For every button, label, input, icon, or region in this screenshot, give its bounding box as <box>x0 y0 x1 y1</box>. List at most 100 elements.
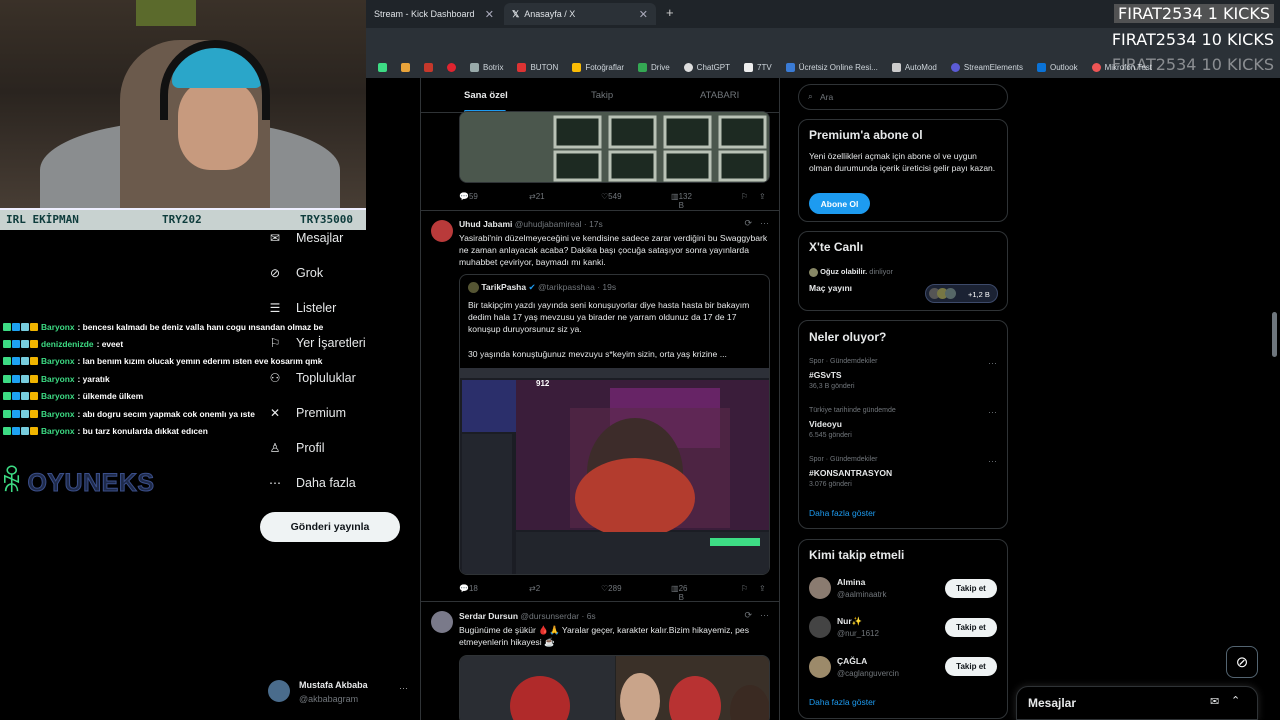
follow-button[interactable]: Takip et <box>945 579 997 598</box>
chat-username[interactable]: Baryonx <box>41 409 75 419</box>
bookmark-streamelements[interactable]: StreamElements <box>950 62 1023 72</box>
search-input[interactable]: ⌕ Ara <box>798 84 1008 110</box>
tab-kick-dashboard[interactable]: Stream - Kick Dashboard ✕ <box>366 3 502 25</box>
tweet[interactable]: Serdar Dursun @dursunserdar · 6s ⟳ ··· Bu… <box>421 603 779 720</box>
page-scrollbar[interactable] <box>1272 312 1277 357</box>
new-tab-icon[interactable]: + <box>666 5 674 20</box>
nav-messages[interactable]: ✉ Mesajlar <box>268 231 343 245</box>
tweet-author-name[interactable]: Uhud Jabami <box>459 219 512 229</box>
profile-icon: ♙ <box>269 441 281 455</box>
nav-more[interactable]: ⋯ Daha fazla <box>268 476 356 490</box>
suggested-user-name[interactable]: ÇAĞLA <box>837 656 867 666</box>
chat-username[interactable]: denizdenizde <box>41 339 94 349</box>
messages-drawer[interactable]: Mesajlar ✉ ⌃ <box>1016 686 1258 720</box>
suggested-user-name[interactable]: Almina <box>837 577 865 587</box>
chat-username[interactable]: Baryonx <box>41 391 75 401</box>
grok-icon[interactable]: ⟳ ··· <box>744 218 769 229</box>
tweet-author-name[interactable]: Serdar Dursun <box>459 611 518 621</box>
bookmark-botrix-icon[interactable] <box>378 62 387 72</box>
chat-username[interactable]: Baryonx <box>41 374 75 384</box>
tweet-author-handle: @uhudjabamireal <box>514 219 582 229</box>
chat-username[interactable]: Baryonx <box>41 322 75 332</box>
tweet[interactable]: Uhud Jabami @uhudjabamireal · 17s ⟳ ··· Y… <box>421 212 779 602</box>
live-listeners-pill[interactable]: +1,2 B <box>925 284 998 303</box>
new-message-icon[interactable]: ✉ <box>1210 695 1219 708</box>
bookmark-fox-icon[interactable] <box>401 62 410 72</box>
chevron-up-icon[interactable]: ⌃ <box>1231 694 1240 707</box>
show-more-follow-link[interactable]: Daha fazla göster <box>809 697 876 707</box>
kick-alerts: FIRAT2534 1 KICKS FIRAT2534 10 KICKS FIR… <box>1100 0 1280 78</box>
views-button[interactable]: ▥ 26 B <box>671 584 687 602</box>
suggested-user-name[interactable]: Nur✨ <box>837 616 862 627</box>
share-icon[interactable]: ⇪ <box>759 192 766 201</box>
bookmark-icon[interactable]: ⚐ <box>741 192 748 201</box>
bookmark-ext-icon[interactable] <box>424 62 433 72</box>
retweet-button[interactable]: ⇄ 2 <box>529 584 540 593</box>
tab-title: Anasayfa / X <box>524 9 576 19</box>
bookmark-botrix[interactable]: Botrix <box>470 62 503 72</box>
quoted-tweet[interactable]: TarikPasha ✔ @tarikpasshaa · 19s Bir tak… <box>459 274 770 575</box>
like-button[interactable]: ♡ 549 <box>601 192 622 201</box>
tweet-image[interactable] <box>459 111 770 183</box>
avatar[interactable] <box>431 220 453 242</box>
bookmark-outlook[interactable]: Outlook <box>1037 62 1078 72</box>
live-stream-title[interactable]: Maç yayını <box>809 283 852 293</box>
bookmark-buton[interactable]: BUTON <box>517 62 558 72</box>
avatar <box>268 680 290 702</box>
chat-username[interactable]: Baryonx <box>41 426 75 436</box>
nav-lists[interactable]: ☰ Listeler <box>268 301 337 315</box>
follow-button[interactable]: Takip et <box>945 618 997 637</box>
post-button[interactable]: Gönderi yayınla <box>260 512 400 542</box>
tweet-actions: 💬 59 ⇄ 21 ♡ 549 ▥ 132 B ⚐ ⇪ <box>459 192 769 210</box>
nav-profile[interactable]: ♙ Profil <box>268 441 325 455</box>
share-icon[interactable]: ⇪ <box>759 584 766 593</box>
chat-username[interactable]: Baryonx <box>41 356 75 366</box>
more-options-icon[interactable]: ··· <box>988 407 997 417</box>
tweet-image[interactable] <box>459 655 770 720</box>
avatar[interactable] <box>431 611 453 633</box>
tab-x-home[interactable]: 𝕏 Anasayfa / X ✕ <box>504 3 656 25</box>
tweet[interactable]: 💬 59 ⇄ 21 ♡ 549 ▥ 132 B ⚐ ⇪ <box>421 111 779 211</box>
grok-icon[interactable]: ⊘ <box>1226 646 1258 678</box>
chat-text: : yaratık <box>77 373 110 384</box>
views-button[interactable]: ▥ 132 B <box>671 192 692 210</box>
like-button[interactable]: ♡ 289 <box>601 584 622 593</box>
tab-for-you[interactable]: Sana özel <box>464 90 508 101</box>
bookmark-7tv[interactable]: 7TV <box>744 62 772 72</box>
bookmark-automod[interactable]: AutoMod <box>891 62 937 72</box>
avatar[interactable] <box>809 616 831 638</box>
bookmark-chatgpt[interactable]: ChatGPT <box>683 62 730 72</box>
who-to-follow-card: Kimi takip etmeli Almina @aalminaatrk Ta… <box>798 539 1008 719</box>
bookmark-opera-icon[interactable] <box>447 62 456 72</box>
show-more-trends-link[interactable]: Daha fazla göster <box>809 508 876 518</box>
more-options-icon[interactable]: ··· <box>399 683 408 693</box>
live-host[interactable]: Oğuz olabilir. <box>820 267 867 276</box>
subscribe-button[interactable]: Abone Ol <box>809 193 870 214</box>
retweet-button[interactable]: ⇄ 21 <box>529 192 545 201</box>
bookmark-photos[interactable]: Fotoğraflar <box>572 62 624 72</box>
kick-alert: FIRAT2534 1 KICKS <box>1114 4 1274 23</box>
tab-following[interactable]: Takip <box>591 90 613 101</box>
nav-grok[interactable]: ⊘ Grok <box>268 266 323 280</box>
quote-video[interactable]: 912 <box>460 368 769 574</box>
account-switcher[interactable]: Mustafa Akbaba @akbabagram ··· <box>268 678 418 708</box>
bookmark-resizer[interactable]: Ücretsiz Online Resi... <box>785 62 878 72</box>
reply-button[interactable]: 💬 59 <box>459 192 478 201</box>
bookmark-drive[interactable]: Drive <box>638 62 670 72</box>
reply-button[interactable]: 💬 18 <box>459 584 478 593</box>
close-tab-icon[interactable]: ✕ <box>639 8 648 21</box>
chat-text: : bu tarz konularda dıkkat edıcen <box>77 426 208 437</box>
more-options-icon[interactable]: ··· <box>988 358 997 368</box>
tab-title: Stream - Kick Dashboard <box>374 9 475 19</box>
close-tab-icon[interactable]: ✕ <box>485 8 494 21</box>
follow-button[interactable]: Takip et <box>945 657 997 676</box>
avatar[interactable] <box>809 656 831 678</box>
quote-time: · 19s <box>597 282 617 292</box>
chat-message: Baryonx: bencesı kalmadı be deniz valla … <box>0 318 380 335</box>
avatar[interactable] <box>809 577 831 599</box>
suggested-user-handle: @aalminaatrk <box>837 590 887 599</box>
more-options-icon[interactable]: ··· <box>988 456 997 466</box>
tab-atabari[interactable]: ATABARI <box>700 90 739 101</box>
bookmark-icon[interactable]: ⚐ <box>741 584 748 593</box>
grok-icon[interactable]: ⟳ ··· <box>744 610 769 621</box>
